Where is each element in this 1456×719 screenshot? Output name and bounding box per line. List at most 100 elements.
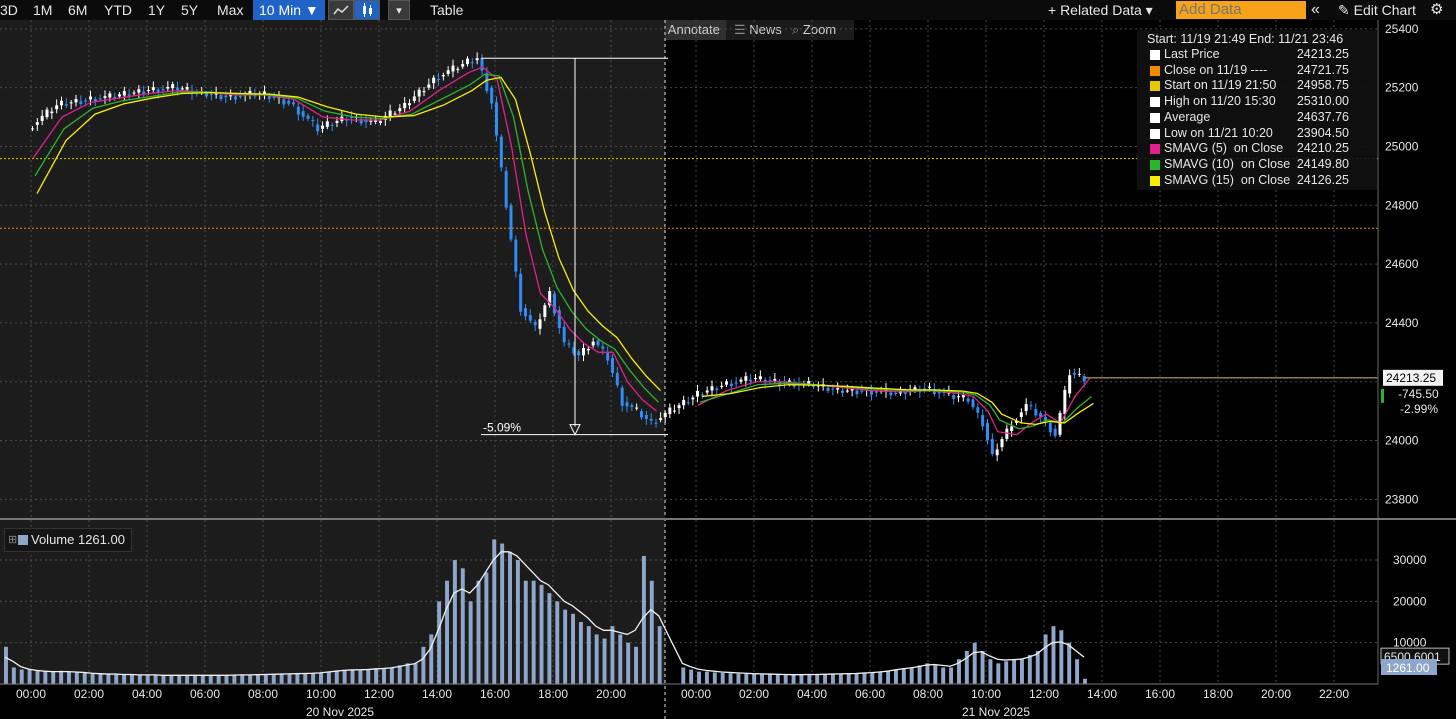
candle-body	[553, 293, 556, 314]
x-tick-label: 22:00	[1319, 687, 1349, 701]
range-6m[interactable]: 6M	[68, 0, 87, 20]
candle-body	[620, 387, 624, 406]
y-tick-label: 30000	[1393, 553, 1427, 567]
volume-bar	[1012, 659, 1017, 684]
candle-body	[364, 119, 368, 123]
add-data-input[interactable]	[1176, 1, 1306, 19]
volume-bar	[397, 665, 402, 684]
candle-body	[971, 399, 975, 408]
volume-bar	[870, 672, 875, 684]
y-tick-label: 25200	[1385, 81, 1419, 95]
volume-bar	[161, 675, 166, 684]
candle-body	[306, 115, 310, 119]
line-chart-button[interactable]	[328, 0, 354, 20]
candle-body	[986, 422, 989, 441]
related-data-button[interactable]: + Related Data ▾	[1048, 0, 1153, 20]
candle-body	[981, 415, 985, 427]
x-tick-label: 04:00	[132, 687, 162, 701]
collapse-chevron-icon[interactable]: «	[1311, 0, 1320, 20]
x-tick-label: 08:00	[913, 687, 943, 701]
candle-body	[258, 93, 262, 95]
range-3d[interactable]: 3D	[0, 0, 18, 20]
candle-body	[831, 388, 835, 390]
legend-value: 24126.25	[1296, 172, 1349, 187]
annotate-tool[interactable]: ✎ Annotate	[648, 20, 726, 40]
candle-body	[412, 96, 416, 101]
expand-icon[interactable]: ⊞	[8, 529, 17, 551]
candle-body	[855, 390, 859, 395]
candle-body	[879, 390, 883, 392]
volume-bar	[153, 675, 158, 684]
volume-bar	[279, 674, 284, 684]
legend-value: 24721.75	[1296, 62, 1349, 77]
candle-body	[1048, 422, 1052, 433]
candle-body	[451, 65, 455, 72]
candle-body	[744, 376, 748, 381]
volume-bar	[941, 667, 946, 684]
volume-bar	[460, 568, 465, 684]
candle-body	[884, 388, 888, 393]
volume-bar	[35, 670, 40, 684]
date-label: 20 Nov 2025	[306, 705, 374, 719]
news-tool[interactable]: ☰ News	[734, 20, 782, 40]
x-tick-label: 02:00	[74, 687, 104, 701]
candle-body	[470, 62, 474, 64]
last-price-value: 24213.25	[1386, 371, 1436, 385]
zoom-label: Zoom	[802, 22, 837, 37]
y-tick-label: 24200	[1385, 375, 1419, 389]
sma-line	[699, 382, 1092, 430]
volume-bar	[185, 675, 190, 684]
legend-label: Close on 11/19 ----	[1164, 62, 1268, 77]
range-5y[interactable]: 5Y	[181, 0, 198, 20]
candle-body	[40, 115, 44, 121]
legend-row: Close on 11/19 ---- 24721.75	[1137, 63, 1377, 78]
legend-label: Start on 11/19 21:50	[1164, 78, 1277, 93]
legend-label: SMAVG (15) on Close	[1164, 172, 1291, 187]
zoom-tool[interactable]: ⌕ Zoom	[792, 20, 836, 40]
candle-body	[691, 397, 695, 400]
legend-row: SMAVG (5) on Close 24210.25	[1137, 141, 1377, 156]
volume-bar	[1035, 650, 1040, 684]
legend-row: Start on 11/19 21:50 24958.75	[1137, 78, 1377, 93]
volume-bar	[452, 560, 457, 684]
candle-body	[393, 113, 397, 115]
chart-options-dropdown[interactable]: ▾	[388, 0, 410, 20]
volume-bar	[846, 673, 851, 684]
range-ytd[interactable]: YTD	[104, 0, 132, 20]
settings-gear-icon[interactable]: ⚙	[1430, 0, 1443, 20]
volume-bar	[838, 673, 843, 684]
volume-bar	[4, 646, 8, 684]
candle-body	[461, 64, 465, 67]
volume-bar	[571, 613, 576, 684]
x-tick-label: 14:00	[1087, 687, 1117, 701]
range-max[interactable]: Max	[217, 0, 243, 20]
volume-bar	[303, 673, 308, 684]
range-1y[interactable]: 1Y	[148, 0, 165, 20]
interval-dropdown[interactable]: 10 Min ▼	[253, 0, 325, 20]
volume-bar	[531, 580, 536, 684]
x-tick-label: 04:00	[797, 687, 827, 701]
candle-body	[195, 91, 199, 93]
candle-body	[903, 392, 907, 394]
legend-label: Last Price	[1164, 47, 1220, 61]
table-button[interactable]: Table	[430, 0, 463, 20]
sma-line	[697, 378, 1091, 436]
candle-chart-button[interactable]	[354, 0, 380, 20]
volume-bar	[11, 667, 16, 684]
volume-bar	[263, 674, 268, 684]
volume-bar	[689, 669, 694, 684]
volume-bar	[728, 673, 733, 684]
volume-bar	[909, 667, 914, 684]
x-tick-label: 18:00	[538, 687, 568, 701]
track-tool[interactable]: ✛ Track	[592, 20, 638, 40]
candle-body	[611, 358, 614, 373]
x-tick-label: 10:00	[306, 687, 336, 701]
range-1m[interactable]: 1M	[33, 0, 52, 20]
candle-body	[127, 94, 131, 96]
candle-body	[403, 102, 407, 109]
edit-chart-button[interactable]: ✎ Edit Chart	[1338, 0, 1416, 20]
legend-label: Average	[1164, 109, 1211, 124]
candle-body	[272, 96, 276, 98]
x-tick-label: 16:00	[1145, 687, 1175, 701]
volume-bar	[1051, 626, 1056, 684]
